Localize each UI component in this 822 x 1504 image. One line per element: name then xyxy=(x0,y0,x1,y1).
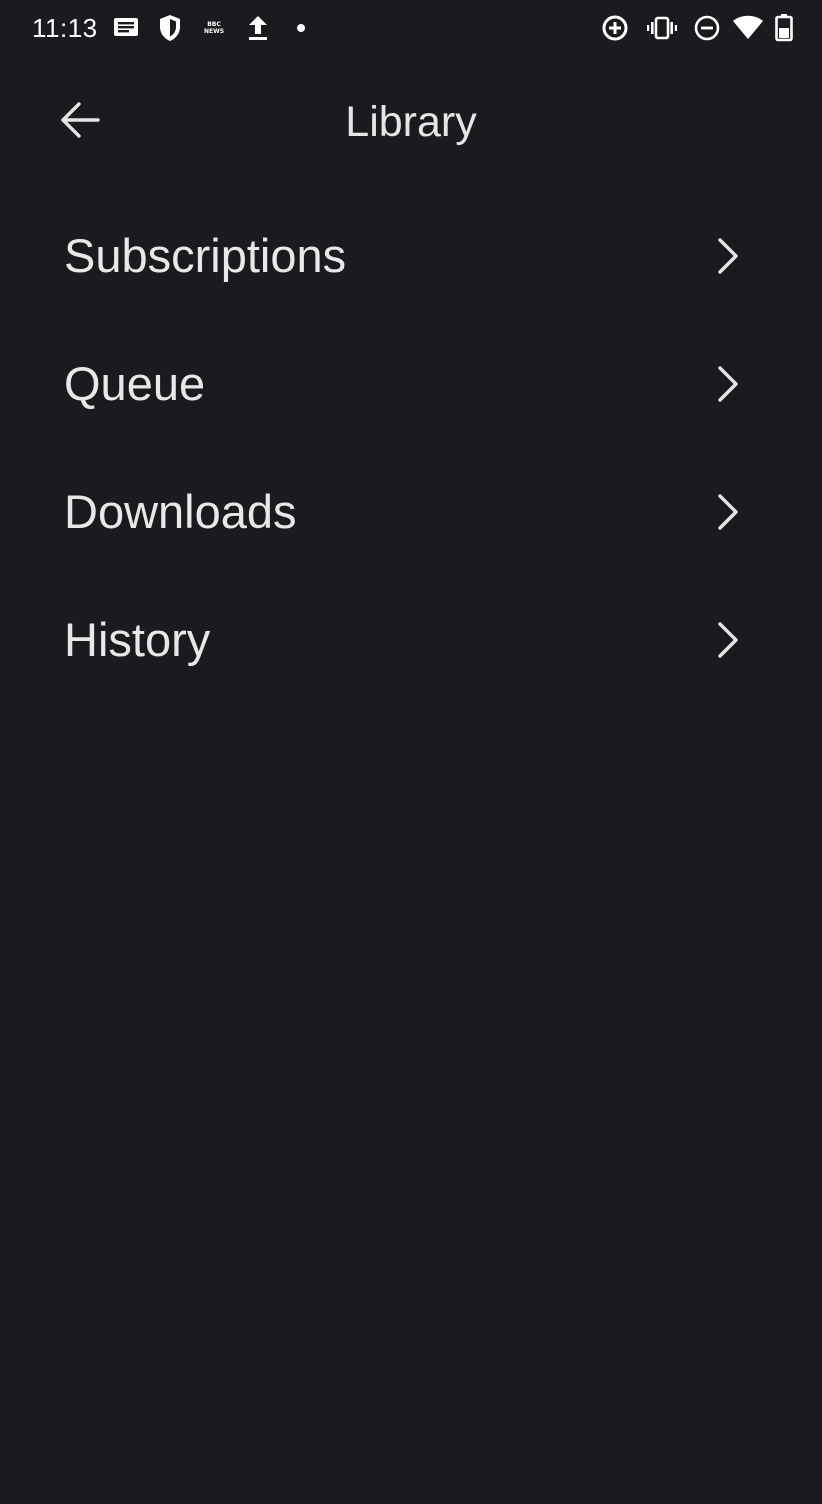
library-screen: 11:13 BBC NEWS Library Subscriptions Que… xyxy=(0,0,822,1504)
menu-item-history[interactable]: History xyxy=(0,576,822,704)
menu-item-label: Subscriptions xyxy=(64,229,347,282)
chevron-right-icon xyxy=(708,364,748,404)
menu-item-label: History xyxy=(64,613,211,666)
dot-icon xyxy=(294,13,308,43)
menu-item-subscriptions[interactable]: Subscriptions xyxy=(0,192,822,320)
menu-item-label: Queue xyxy=(64,357,206,410)
status-bar: 11:13 BBC NEWS xyxy=(0,0,822,56)
vibrate-icon xyxy=(646,13,678,43)
menu-item-downloads[interactable]: Downloads xyxy=(0,448,822,576)
bbc-news-icon: BBC NEWS xyxy=(200,13,228,43)
page-title: Library xyxy=(345,98,477,146)
menu-item-queue[interactable]: Queue xyxy=(0,320,822,448)
menu-item-label: Downloads xyxy=(64,485,297,538)
bbc-label: BBC xyxy=(207,21,221,28)
upload-icon xyxy=(244,13,272,43)
status-time: 11:13 xyxy=(32,13,98,43)
chevron-right-icon xyxy=(708,236,748,276)
data-saver-icon xyxy=(600,13,630,43)
library-menu: Subscriptions Queue Downloads History xyxy=(0,192,822,704)
chevron-right-icon xyxy=(708,620,748,660)
app-bar: Library xyxy=(0,56,822,186)
message-icon xyxy=(112,13,140,43)
shield-icon xyxy=(156,13,184,43)
wifi-icon xyxy=(732,13,764,43)
battery-icon xyxy=(774,13,794,43)
chevron-right-icon xyxy=(708,492,748,532)
do-not-disturb-icon xyxy=(692,13,722,43)
news-label: NEWS xyxy=(203,28,225,35)
